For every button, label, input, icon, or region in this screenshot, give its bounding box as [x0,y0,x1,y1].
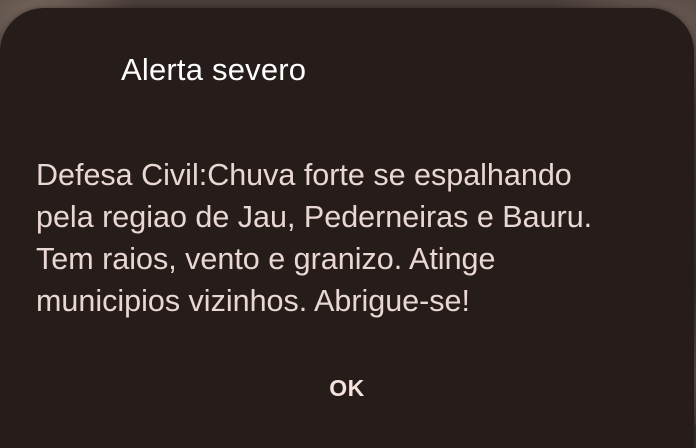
alert-message-line: municipios vizinhos. Abrigue-se! [36,284,470,318]
alert-message-line: Tem raios, vento e granizo. Atinge [36,242,496,276]
alert-message-line: pela regiao de Jau, Pederneiras e Bauru. [36,200,593,234]
alert-message: Defesa Civil:Chuva forte se espalhando p… [36,154,686,322]
ok-button[interactable]: OK [312,365,382,411]
dialog-title: Alerta severo [121,52,307,87]
alert-message-line: Defesa Civil:Chuva forte se espalhando [36,158,572,192]
severe-alert-dialog: Alerta severo Defesa Civil:Chuva forte s… [0,8,694,448]
